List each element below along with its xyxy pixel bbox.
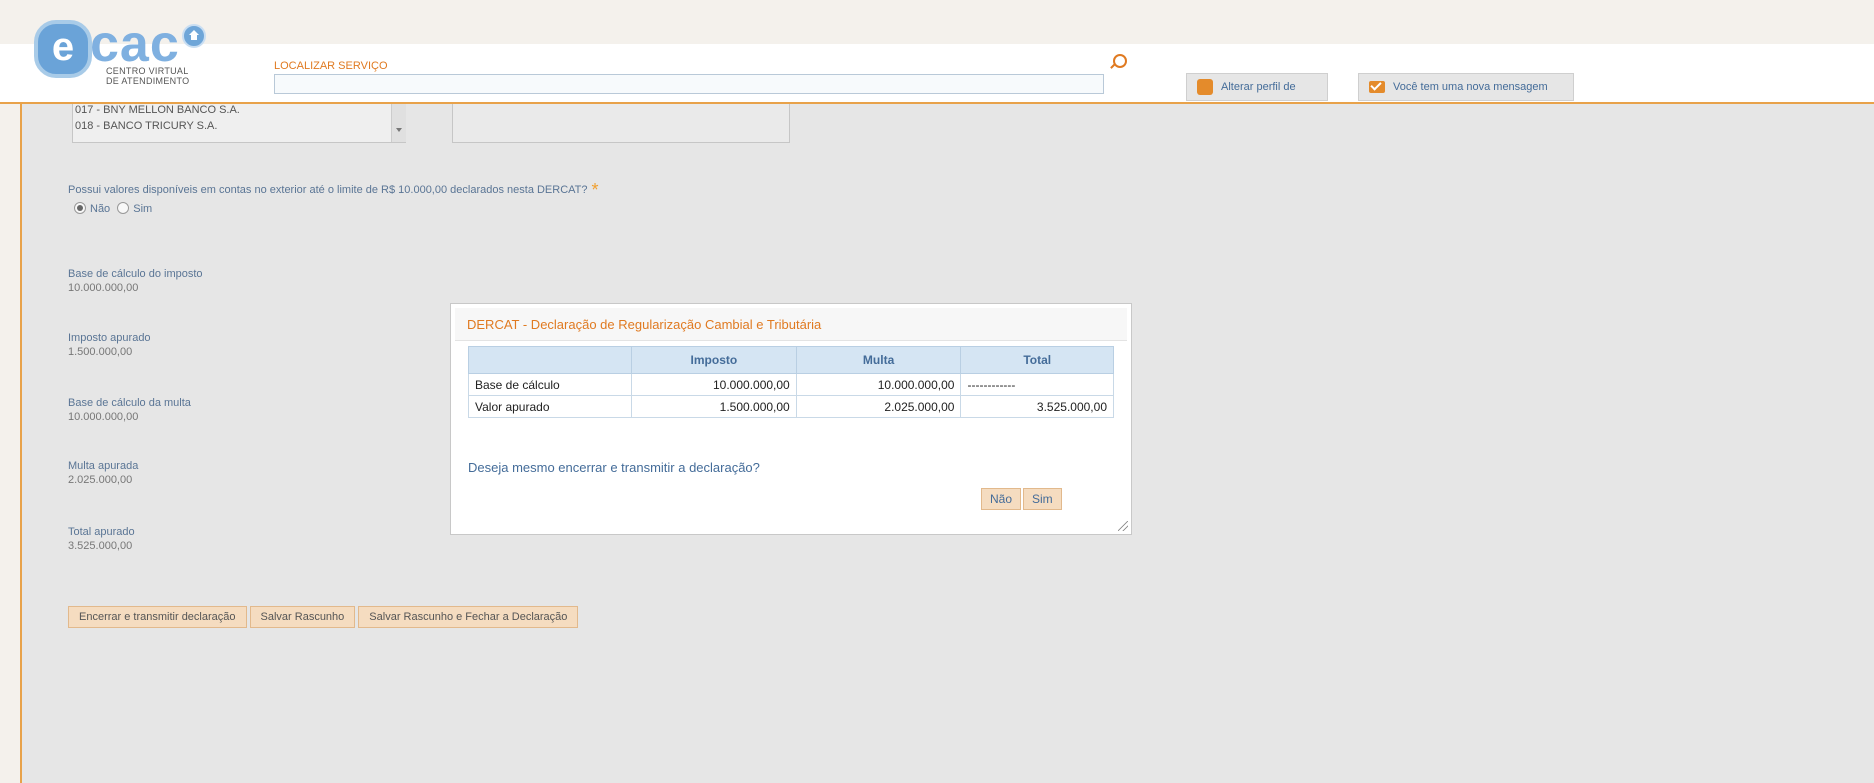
form-actions: Encerrar e transmitir declaração Salvar R…	[68, 606, 581, 628]
tax-assessed-label: Imposto apurado	[68, 332, 151, 344]
radio-no-label[interactable]: Não	[90, 203, 110, 215]
save-draft-close-button[interactable]: Salvar Rascunho e Fechar a Declaração	[358, 606, 579, 628]
total-assessed-label: Total apurado	[68, 526, 135, 538]
no-button[interactable]: Não	[981, 488, 1022, 510]
header: e cac CENTRO VIRTUAL DE ATENDIMENTO LOCA…	[0, 0, 1874, 119]
column-header: Multa	[795, 346, 962, 374]
column-header: Imposto	[631, 346, 797, 374]
table-cell: 10.000.000,00	[631, 373, 797, 396]
radio-yes[interactable]	[117, 202, 130, 214]
search-input[interactable]	[274, 74, 1104, 94]
fine-assessed-value: 2.025.000,00	[68, 474, 133, 486]
submit-declaration-button[interactable]: Encerrar e transmitir declaração	[68, 606, 247, 628]
profile-icon	[1197, 79, 1213, 95]
required-mark: *	[591, 180, 599, 200]
row-label: Base de cálculo	[468, 373, 632, 396]
question-text: Possui valores disponíveis em contas no …	[68, 184, 588, 196]
new-message-button[interactable]: Você tem uma nova mensagem	[1358, 73, 1574, 101]
table-row: Base de cálculo 10.000.000,00 10.000.000…	[468, 373, 1114, 396]
column-header	[468, 346, 632, 374]
logo-subtitle-1: CENTRO VIRTUAL	[106, 66, 189, 76]
foreign-accounts-radio-group: Não Sim	[74, 202, 156, 215]
total-assessed-value: 3.525.000,00	[68, 540, 133, 552]
selected-banks-box[interactable]	[452, 104, 790, 143]
bank-option[interactable]: 017 - BNY MELLON BANCO S.A.	[75, 104, 240, 116]
bank-option[interactable]: 018 - BANCO TRICURY S.A.	[75, 120, 217, 132]
search-label: LOCALIZAR SERVIÇO	[274, 60, 388, 72]
table-row: Valor apurado 1.500.000,00 2.025.000,00 …	[468, 395, 1114, 418]
fine-assessed-label: Multa apurada	[68, 460, 139, 472]
logo-letter: e	[34, 20, 92, 78]
listbox-scrollbar[interactable]	[391, 104, 406, 142]
table-header-row: Imposto Multa Total	[468, 346, 1114, 374]
envelope-icon	[1369, 81, 1385, 93]
row-label: Valor apurado	[468, 395, 632, 418]
yes-button[interactable]: Sim	[1023, 488, 1062, 510]
radio-yes-label[interactable]: Sim	[133, 203, 152, 215]
radio-no[interactable]	[74, 202, 86, 214]
resize-grip-icon[interactable]	[1118, 521, 1128, 531]
fine-base-value: 10.000.000,00	[68, 411, 139, 423]
logo-text: cac	[90, 15, 180, 73]
search-icon[interactable]	[1113, 54, 1127, 68]
table-cell: 10.000.000,00	[795, 373, 962, 396]
dialog-question: Deseja mesmo encerrar e transmitir a dec…	[468, 460, 760, 475]
summary-table: Imposto Multa Total Base de cálculo 10.0…	[468, 346, 1114, 418]
fine-base-label: Base de cálculo da multa	[68, 397, 191, 409]
table-cell: 1.500.000,00	[631, 395, 797, 418]
logo-subtitle-2: DE ATENDIMENTO	[106, 76, 190, 86]
dialog-title-bar[interactable]: DERCAT - Declaração de Regularização Cam…	[455, 308, 1127, 341]
tax-base-value: 10.000.000,00	[68, 282, 139, 294]
bank-listbox[interactable]: 017 - BNY MELLON BANCO S.A. 018 - BANCO …	[72, 104, 406, 143]
dialog-title: DERCAT - Declaração de Regularização Cam…	[467, 317, 822, 332]
column-header: Total	[960, 346, 1114, 374]
foreign-accounts-question: Possui valores disponíveis em contas no …	[68, 180, 599, 201]
table-cell: 2.025.000,00	[795, 395, 962, 418]
new-message-label: Você tem uma nova mensagem	[1393, 81, 1548, 93]
tax-assessed-value: 1.500.000,00	[68, 346, 133, 358]
dialog-buttons: Não Sim	[981, 488, 1064, 510]
table-cell: ------------	[960, 373, 1114, 396]
confirm-dialog: DERCAT - Declaração de Regularização Cam…	[450, 303, 1132, 535]
tax-base-label: Base de cálculo do imposto	[68, 268, 203, 280]
change-profile-button[interactable]: Alterar perfil de acesso	[1186, 73, 1328, 119]
table-cell: 3.525.000,00	[960, 395, 1114, 418]
home-icon[interactable]	[182, 24, 206, 48]
save-draft-button[interactable]: Salvar Rascunho	[249, 606, 356, 628]
